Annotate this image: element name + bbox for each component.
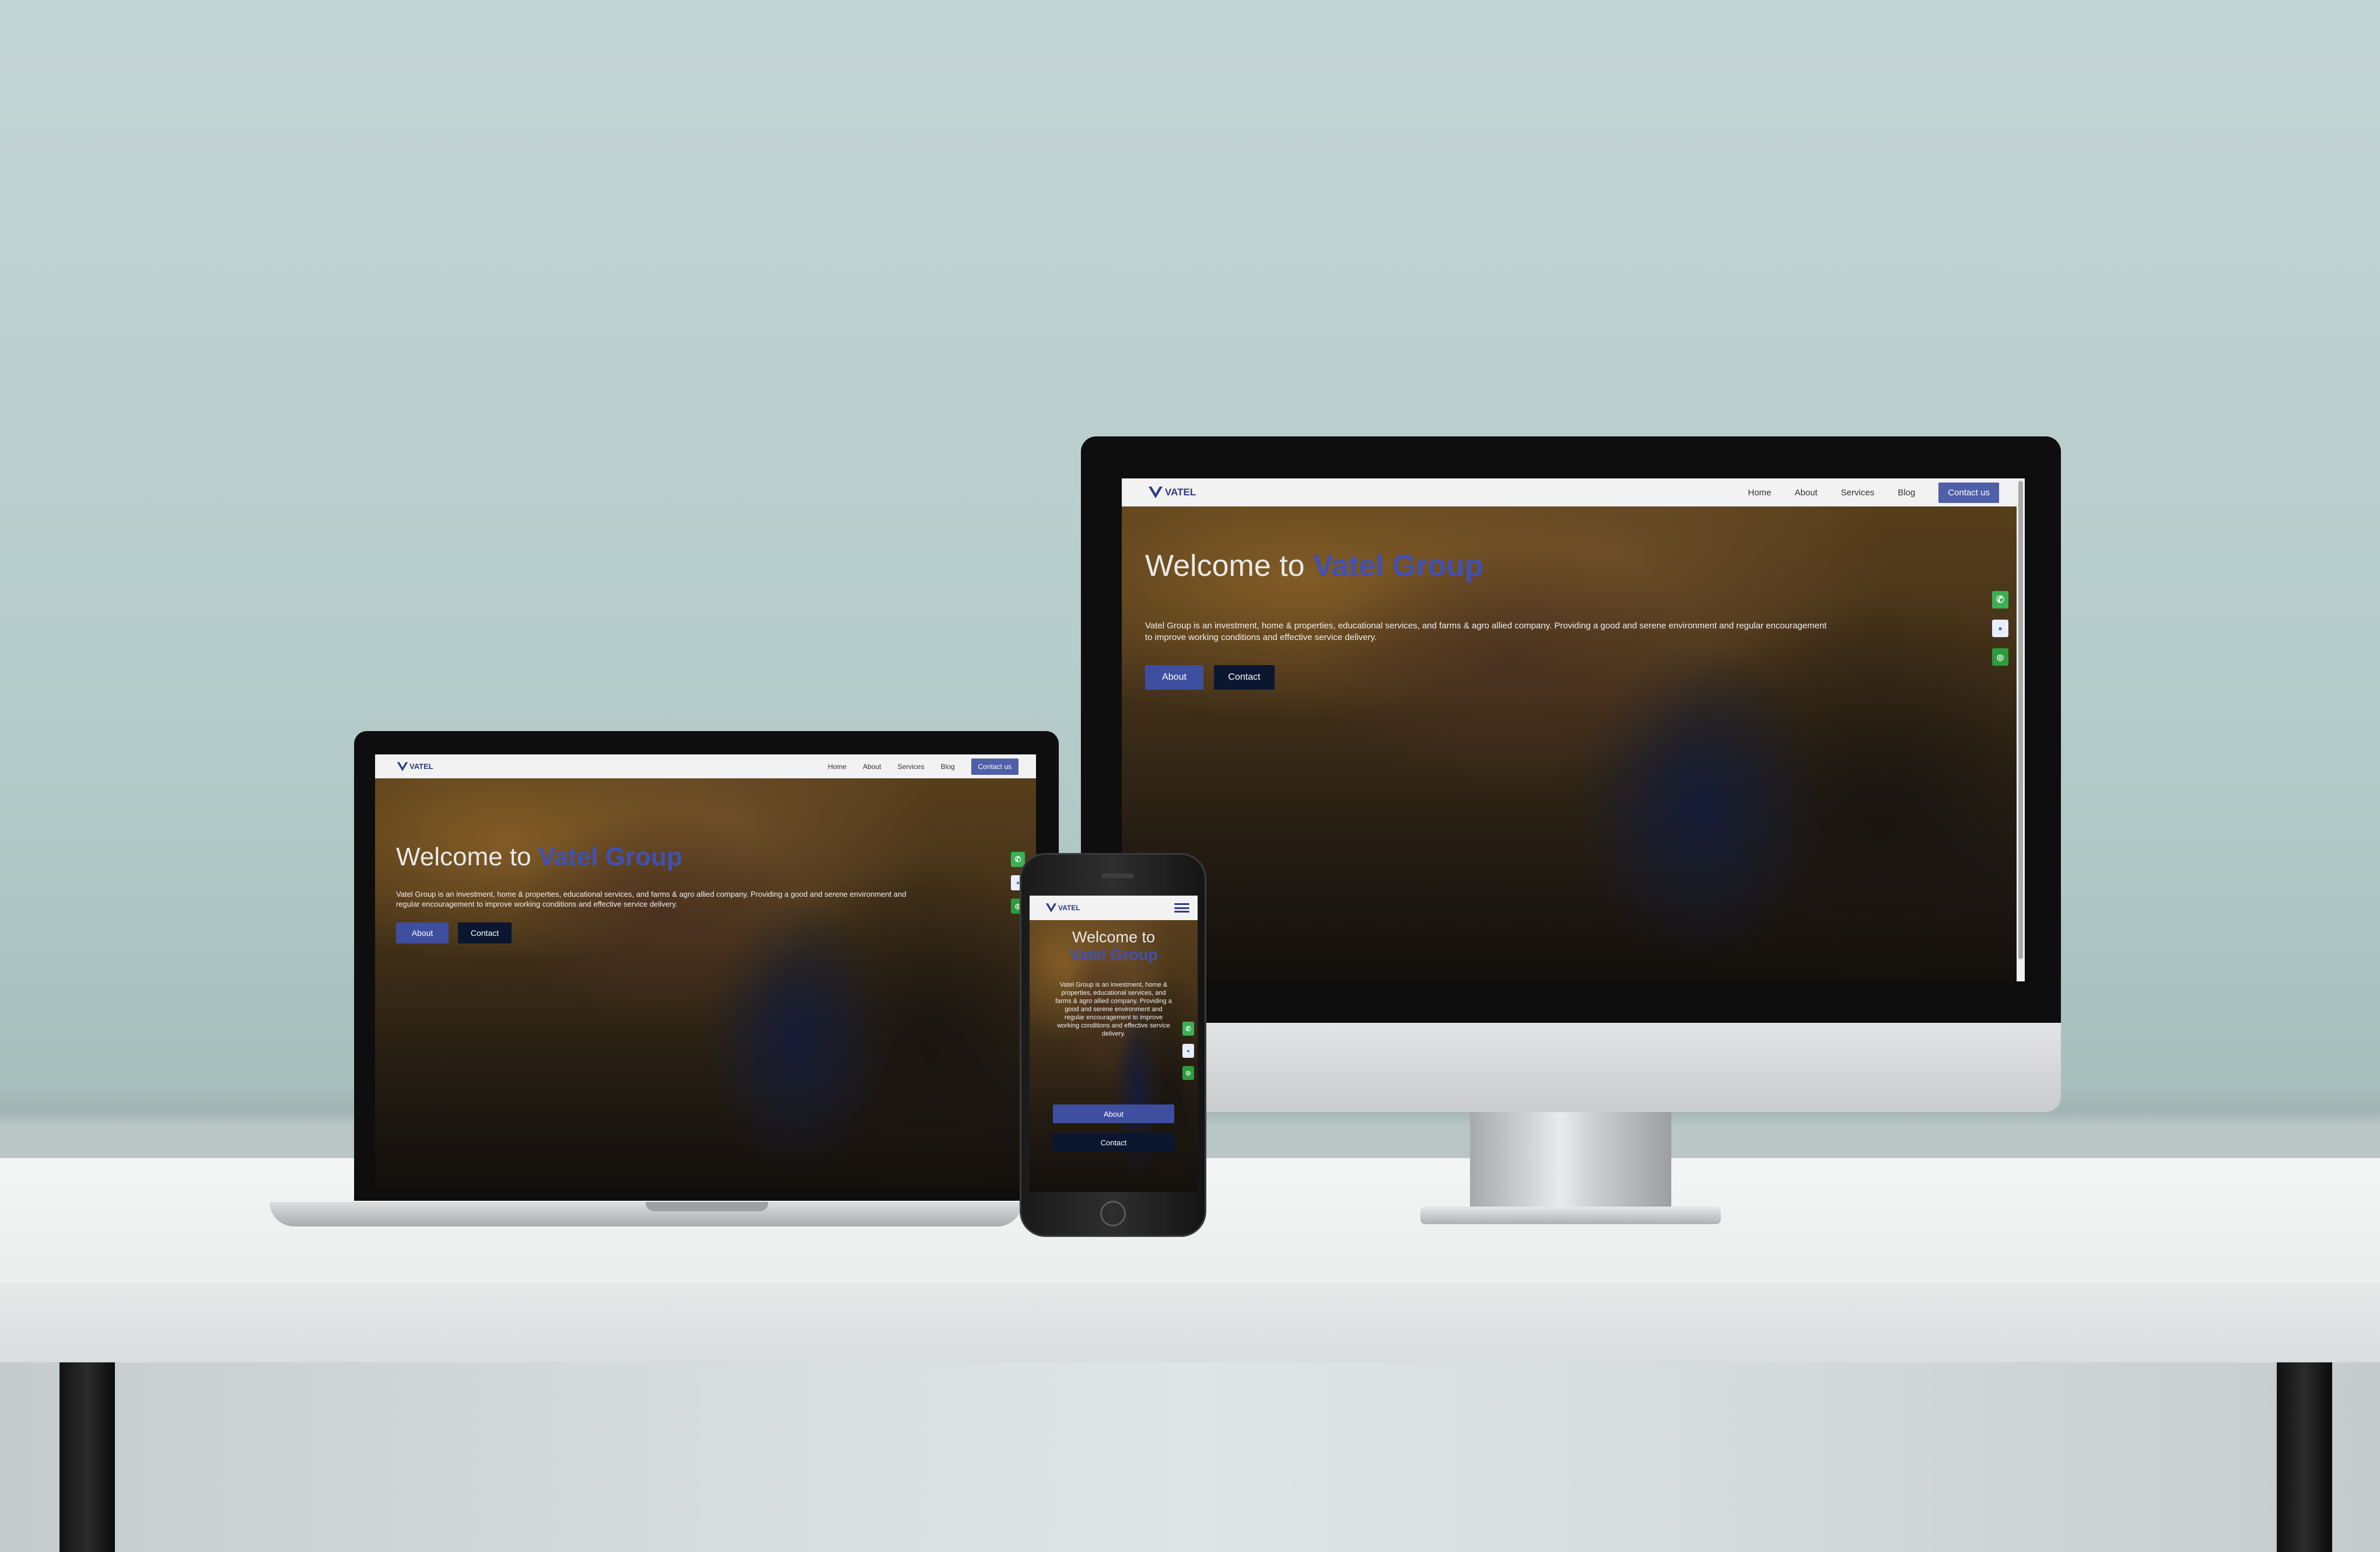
site-navbar: VATEL [1030,896,1198,920]
hero-section: Welcome to Vatel Group Vatel Group is an… [1122,506,2025,981]
imac-website: VATEL Home About Services Blog Contact u… [1122,478,2025,981]
contact-button[interactable]: Contact [1053,1133,1174,1152]
vatel-logo[interactable]: VATEL [396,761,433,772]
hero-title-prefix: Welcome to [396,843,531,871]
iphone-camera [1084,872,1090,879]
whatsapp-icon[interactable]: ◎ [1992,648,2008,666]
contact-button[interactable]: Contact [458,922,512,943]
about-button[interactable]: About [1145,665,1203,690]
imac-stand-foot [1420,1207,1721,1224]
hero-description: Vatel Group is an investment, home & pro… [1055,981,1172,1037]
nav-links: Home About Services Blog Contact us [828,758,1019,775]
nav-services-link[interactable]: Services [898,763,925,771]
hero-title: Welcome to Vatel Group [1145,548,1483,583]
logo-text: VATEL [1165,487,1196,498]
hero-overlay [375,778,1036,1189]
nav-about-link[interactable]: About [863,763,881,771]
scrollbar[interactable] [2017,478,2025,981]
contact-us-button[interactable]: Contact us [1938,482,1999,503]
hero-title-prefix: Welcome to [1145,549,1305,583]
nav-about-link[interactable]: About [1795,488,1818,498]
nav-home-link[interactable]: Home [1748,488,1772,498]
hero-title-prefix: Welcome to [1072,928,1156,946]
iphone-home-button[interactable] [1100,1201,1126,1226]
nav-services-link[interactable]: Services [1841,488,1875,498]
table-edge [0,1281,2380,1364]
about-button[interactable]: About [1053,1104,1174,1123]
contact-button[interactable]: Contact [1214,665,1275,690]
hero-title-accent: Vatel Group [538,843,682,871]
hero-description: Vatel Group is an investment, home & pro… [396,890,907,908]
hero-section: Welcome to Vatel Group Vatel Group is an… [375,778,1036,1189]
hero-title: Welcome to Vatel Group [396,843,682,872]
under-table-area [0,1362,2380,1552]
logo-text: VATEL [1058,904,1080,912]
vatel-v-icon [397,761,408,771]
imac-chin [1081,1023,2061,1112]
iphone-speaker [1101,873,1134,878]
logo-text: VATEL [410,762,433,771]
macbook-notch [646,1202,768,1211]
nav-home-link[interactable]: Home [828,763,846,771]
iphone-website: VATEL Welcome to Vatel Group Vatel Group… [1030,896,1198,1192]
site-navbar: VATEL Home About Services Blog Contact u… [375,754,1036,778]
hero-description: Vatel Group is an investment, home & pro… [1145,621,1827,642]
nav-blog-link[interactable]: Blog [1898,488,1915,498]
nav-links: Home About Services Blog Contact us [1748,482,1999,503]
phone-icon[interactable]: ✆ [1011,852,1025,867]
hamburger-menu-icon[interactable] [1174,903,1189,913]
site-navbar: VATEL Home About Services Blog Contact u… [1122,478,2025,506]
table-leg-right [2277,1362,2332,1552]
hero-section: Welcome to Vatel Group Vatel Group is an… [1030,920,1198,1192]
hero-title: Welcome to Vatel Group [1030,928,1198,963]
messenger-icon[interactable]: ● [1182,1044,1194,1058]
messenger-icon[interactable]: ● [1992,620,2008,637]
contact-us-button[interactable]: Contact us [971,758,1019,775]
imac-stand-neck [1470,1112,1671,1211]
phone-icon[interactable]: ✆ [1992,591,2008,609]
scrollbar-thumb[interactable] [2018,481,2023,959]
vatel-logo[interactable]: VATEL [1147,485,1196,500]
hero-title-accent: Vatel Group [1313,549,1483,583]
nav-blog-link[interactable]: Blog [941,763,955,771]
vatel-v-icon [1045,903,1057,913]
macbook-website: VATEL Home About Services Blog Contact u… [375,754,1036,1189]
about-button[interactable]: About [396,922,449,943]
hero-title-accent: Vatel Group [1069,946,1158,963]
phone-icon[interactable]: ✆ [1182,1022,1194,1036]
vatel-logo[interactable]: VATEL [1045,902,1080,914]
table-leg-left [60,1362,115,1552]
whatsapp-icon[interactable]: ◎ [1182,1066,1194,1080]
vatel-v-icon [1149,487,1163,498]
